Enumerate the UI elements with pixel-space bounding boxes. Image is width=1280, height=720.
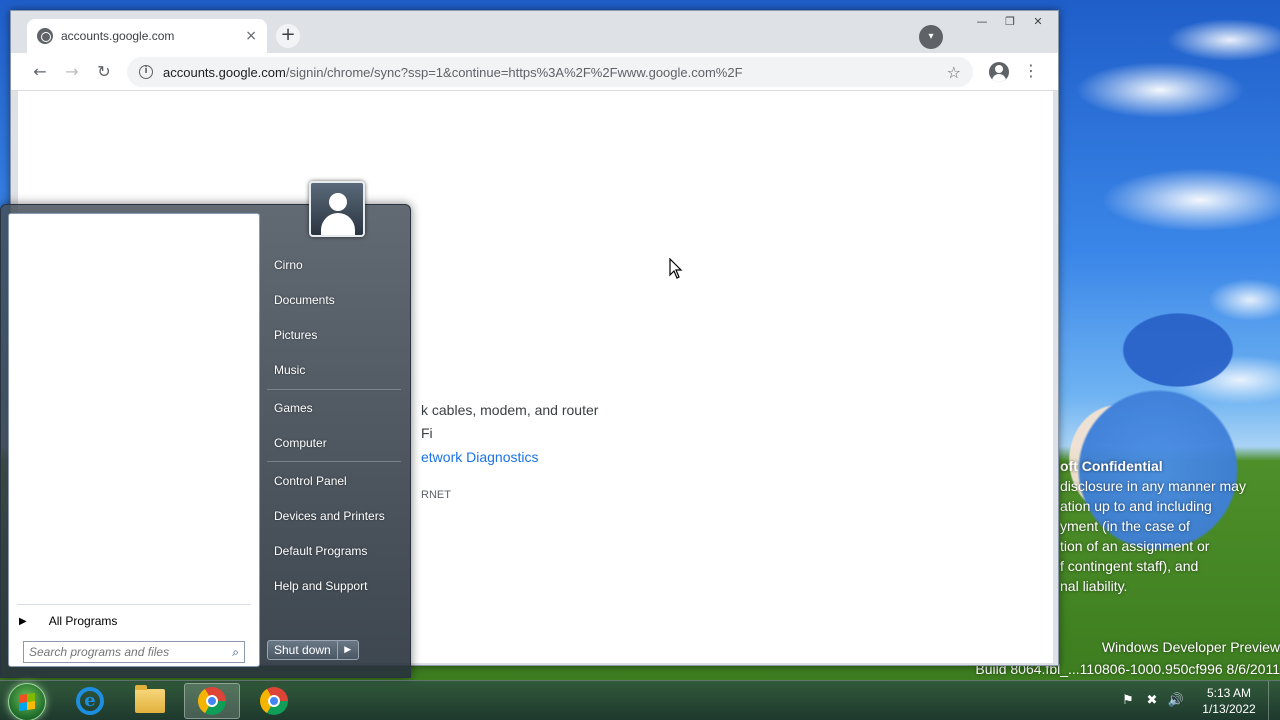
clock-date: 1/13/2022	[1202, 702, 1256, 716]
watermark-line: tion of an assignment or	[1060, 538, 1210, 554]
reload-button[interactable]: ↻	[93, 61, 115, 83]
taskbar-clock[interactable]: 5:13 AM 1/13/2022	[1196, 685, 1262, 717]
troubleshoot-text-wifi: Fi	[421, 425, 433, 441]
chrome-icon	[260, 687, 288, 715]
place-music[interactable]: Music	[263, 356, 405, 384]
place-computer[interactable]: Computer	[263, 429, 405, 457]
chrome-icon	[198, 687, 226, 715]
place-documents[interactable]: Documents	[263, 286, 405, 314]
places-separator	[267, 461, 401, 462]
watermark-line: f contingent staff), and	[1060, 558, 1199, 574]
url-path: /signin/chrome/sync?ssp=1&continue=https…	[285, 64, 743, 80]
shutdown-button[interactable]: Shut down	[268, 641, 338, 659]
window-controls: — ❐ ✕	[968, 13, 1052, 31]
network-disconnected-icon[interactable]: ✖	[1142, 691, 1162, 711]
browser-toolbar: ← → ↻ i accounts.google.com /signin/chro…	[11, 53, 1058, 91]
taskbar: e ⚑ ✖ 🔊 5:13 AM 1/13/2022	[0, 680, 1280, 720]
triangle-right-icon: ▶	[19, 615, 27, 627]
shutdown-control: Shut down ▶	[267, 640, 359, 660]
all-programs-button[interactable]: ▶ All Programs	[19, 610, 117, 632]
watermark-line: nal liability.	[1060, 578, 1128, 594]
watermark-line: yment (in the case of	[1060, 518, 1190, 534]
place-help-support[interactable]: Help and Support	[263, 572, 405, 600]
place-games[interactable]: Games	[263, 394, 405, 422]
show-desktop-button[interactable]	[1268, 681, 1280, 720]
search-programs-box[interactable]: ⌕	[23, 641, 245, 663]
globe-icon	[37, 28, 53, 44]
start-button[interactable]	[8, 683, 46, 720]
taskbar-windows-explorer[interactable]	[122, 683, 178, 719]
bookmark-star-icon[interactable]: ☆	[947, 63, 961, 82]
clock-time: 5:13 AM	[1206, 686, 1252, 700]
maximize-button[interactable]: ❐	[996, 13, 1024, 31]
error-code: RNET	[421, 489, 451, 501]
search-input[interactable]	[29, 645, 233, 659]
tab-title: accounts.google.com	[61, 29, 175, 43]
tab-close-icon[interactable]: ×	[245, 28, 257, 44]
watermark-line: ation up to and including	[1060, 498, 1212, 514]
confidential-watermark: oft Confidential disclosure in any manne…	[1060, 456, 1280, 596]
internet-explorer-icon: e	[76, 687, 104, 715]
place-user-folder[interactable]: Cirno	[263, 251, 405, 279]
watermark-title: oft Confidential	[1060, 458, 1163, 474]
search-icon[interactable]: ⌕	[232, 645, 239, 660]
back-button[interactable]: ←	[29, 61, 51, 83]
volume-icon[interactable]: 🔊	[1166, 691, 1186, 711]
troubleshoot-text-cables: k cables, modem, and router	[421, 402, 599, 418]
browser-menu-icon[interactable]: ⋮	[1023, 61, 1039, 80]
minimize-button[interactable]: —	[968, 13, 996, 31]
network-diagnostics-link[interactable]: etwork Diagnostics	[421, 449, 539, 465]
action-center-flag-icon[interactable]: ⚑	[1118, 691, 1138, 711]
site-info-icon[interactable]: i	[139, 65, 153, 79]
place-pictures[interactable]: Pictures	[263, 321, 405, 349]
place-default-programs[interactable]: Default Programs	[263, 537, 405, 565]
folder-icon	[135, 685, 165, 713]
tab-accounts-google[interactable]: accounts.google.com ×	[27, 19, 267, 53]
user-account-picture[interactable]	[309, 181, 365, 237]
profile-icon[interactable]	[989, 62, 1009, 82]
url-host: accounts.google.com	[163, 64, 286, 80]
mouse-cursor-icon	[669, 258, 683, 279]
programs-divider	[17, 604, 251, 605]
start-menu: ▶ All Programs ⌕ Cirno Documents Picture…	[0, 181, 411, 678]
tab-strip: accounts.google.com × + ▾ — ❐ ✕	[11, 11, 1058, 53]
watermark-line: disclosure in any manner may	[1060, 478, 1246, 494]
forward-button[interactable]: →	[61, 61, 83, 83]
tab-search-icon[interactable]: ▾	[919, 25, 943, 49]
system-tray: ⚑ ✖ 🔊	[1118, 681, 1190, 720]
shutdown-options-arrow-icon[interactable]: ▶	[338, 641, 358, 659]
places-separator	[267, 389, 401, 390]
new-tab-button[interactable]: +	[276, 24, 300, 48]
close-window-button[interactable]: ✕	[1024, 13, 1052, 31]
all-programs-label: All Programs	[48, 614, 118, 628]
address-bar[interactable]: i accounts.google.com /signin/chrome/syn…	[127, 57, 973, 87]
place-devices-printers[interactable]: Devices and Printers	[263, 502, 405, 530]
taskbar-chrome[interactable]	[246, 683, 302, 719]
place-control-panel[interactable]: Control Panel	[263, 467, 405, 495]
taskbar-chrome-active[interactable]	[184, 683, 240, 719]
programs-pane: ▶ All Programs ⌕	[8, 213, 260, 667]
taskbar-internet-explorer[interactable]: e	[62, 683, 118, 719]
